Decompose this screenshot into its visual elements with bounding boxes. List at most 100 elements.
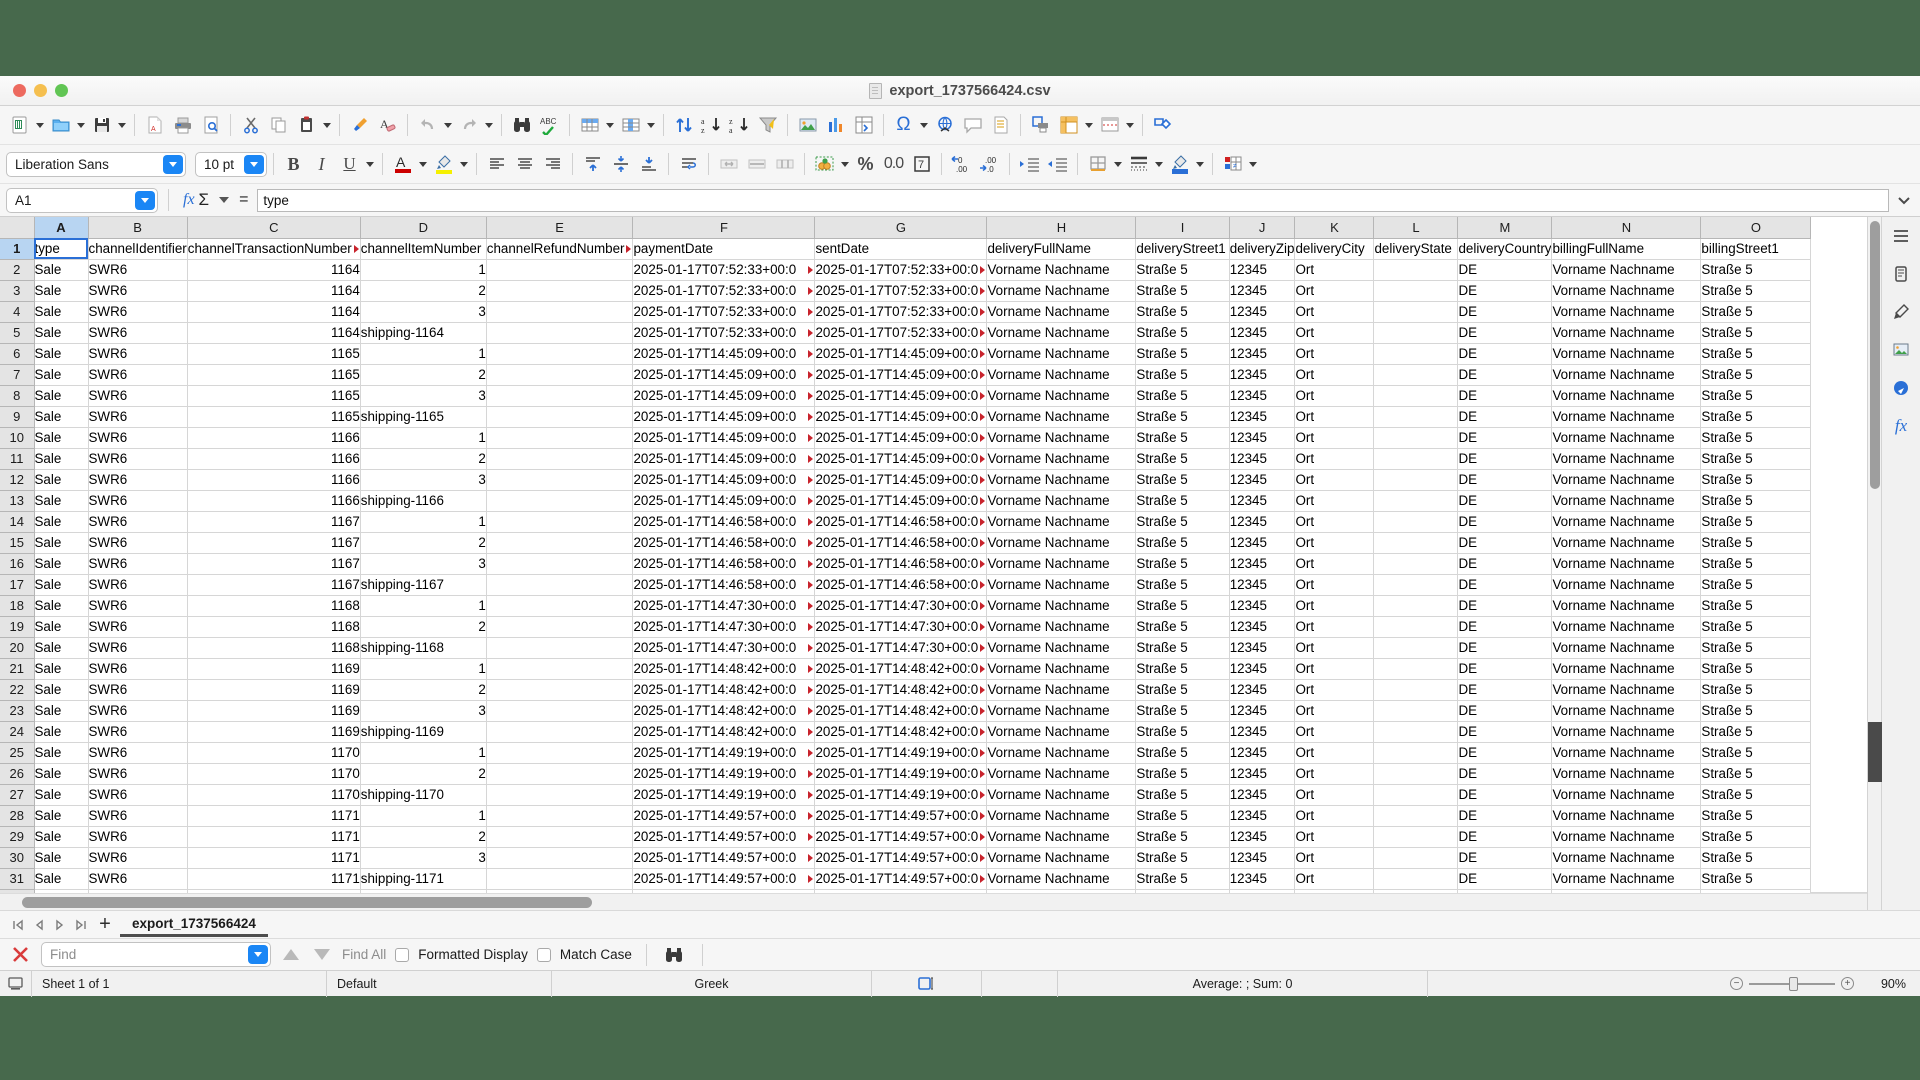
match-case-checkbox[interactable] [536, 947, 551, 962]
table-cell[interactable]: 1169 [187, 679, 361, 701]
table-cell[interactable]: DE [1457, 868, 1553, 890]
header-cell[interactable]: channelTransactionNumber [187, 238, 361, 260]
table-cell[interactable]: shipping-1171 [360, 868, 487, 890]
table-cell[interactable]: Straße 5 [1135, 469, 1230, 491]
row-header-18[interactable]: 18 [0, 595, 35, 617]
table-cell[interactable]: 12345 [1229, 280, 1296, 302]
name-box-chevron-down-icon[interactable] [135, 190, 155, 210]
horizontal-scroll-thumb[interactable] [22, 896, 592, 908]
table-cell[interactable] [1373, 658, 1459, 680]
table-cell[interactable]: DE [1457, 742, 1553, 764]
table-cell[interactable]: Vorname Nachname [1551, 427, 1702, 449]
table-cell[interactable]: Ort [1294, 595, 1375, 617]
table-cell[interactable]: Vorname Nachname [1551, 868, 1702, 890]
open-dropdown[interactable] [75, 110, 87, 140]
table-cell[interactable]: 2025-01-17T07:52:33+00:0 [632, 259, 816, 281]
table-cell[interactable]: 1170 [187, 784, 361, 806]
table-cell[interactable]: SWR6 [88, 868, 188, 890]
header-cell[interactable]: deliveryCountry [1457, 238, 1553, 260]
table-cell[interactable]: Ort [1294, 532, 1375, 554]
table-cell[interactable]: 12345 [1229, 868, 1296, 890]
column-header-j[interactable]: J [1229, 217, 1296, 239]
table-cell[interactable]: 3 [360, 385, 487, 407]
table-cell[interactable] [1373, 259, 1459, 281]
table-row[interactable]: 16 Sale SWR6 1167 3 2025-01-17T14:46:58+00:0 2… [0, 553, 1812, 575]
header-cell[interactable]: deliveryZip [1229, 238, 1296, 260]
table-cell[interactable]: 2025-01-17T14:46:58+00:0 [814, 511, 988, 533]
table-cell[interactable]: 2 [360, 826, 487, 848]
table-cell[interactable]: Vorname Nachname [1551, 553, 1702, 575]
table-cell[interactable]: 1 [360, 595, 487, 617]
printer-icon[interactable] [169, 110, 196, 140]
table-cell[interactable] [486, 637, 634, 659]
table-row[interactable]: 19 Sale SWR6 1168 2 2025-01-17T14:47:30+00:0 2… [0, 616, 1812, 638]
header-cell[interactable]: channelItemNumber [360, 238, 487, 260]
table-cell[interactable]: Straße 5 [1135, 721, 1230, 743]
row-header-13[interactable]: 13 [0, 490, 35, 512]
table-cell[interactable]: 2025-01-17T14:47:30+00:0 [814, 637, 988, 659]
table-cell[interactable]: Straße 5 [1700, 280, 1812, 302]
table-cell[interactable]: 12345 [1229, 343, 1296, 365]
table-cell[interactable]: 12345 [1229, 742, 1296, 764]
zoom-out-icon[interactable]: − [1730, 977, 1743, 990]
table-cell[interactable]: Straße 5 [1135, 658, 1230, 680]
table-cell[interactable] [486, 658, 634, 680]
table-cell[interactable]: Vorname Nachname [986, 280, 1137, 302]
column-icon[interactable] [617, 110, 644, 140]
sort-az-icon[interactable]: az [698, 110, 725, 140]
last-sheet-icon[interactable] [71, 914, 90, 936]
table-cell[interactable] [486, 595, 634, 617]
table-cell[interactable]: Straße 5 [1135, 805, 1230, 827]
clipboard-icon[interactable] [293, 110, 320, 140]
table-cell[interactable]: SWR6 [88, 553, 188, 575]
table-cell[interactable]: Vorname Nachname [1551, 406, 1702, 428]
table-cell[interactable]: 1 [360, 427, 487, 449]
table-cell[interactable] [486, 553, 634, 575]
table-cell[interactable]: Straße 5 [1135, 511, 1230, 533]
table-cell[interactable]: 2 [360, 448, 487, 470]
table-cell[interactable]: SWR6 [88, 700, 188, 722]
column-header-g[interactable]: G [814, 217, 988, 239]
number-icon[interactable]: 0.0 [880, 149, 907, 179]
table-cell[interactable]: 1166 [187, 490, 361, 512]
table-cell[interactable]: 2025-01-17T14:45:09+00:0 [814, 406, 988, 428]
table-cell[interactable] [486, 763, 634, 785]
table-cell[interactable]: Sale [34, 679, 89, 701]
table-cell[interactable]: Ort [1294, 658, 1375, 680]
table-cell[interactable]: Straße 5 [1700, 826, 1812, 848]
table-cell[interactable] [1373, 322, 1459, 344]
table-cell[interactable]: Sale [34, 364, 89, 386]
table-cell[interactable]: Vorname Nachname [986, 385, 1137, 407]
table-cell[interactable]: SWR6 [88, 616, 188, 638]
row-header-11[interactable]: 11 [0, 448, 35, 470]
table-cell[interactable]: 12345 [1229, 847, 1296, 869]
table-row[interactable]: 11 Sale SWR6 1166 2 2025-01-17T14:45:09+00:0 2… [0, 448, 1812, 470]
table-cell[interactable]: 2025-01-17T14:49:57+00:0 [632, 826, 816, 848]
table-cell[interactable] [486, 280, 634, 302]
table-cell[interactable]: Sale [34, 616, 89, 638]
table-cell[interactable]: DE [1457, 532, 1553, 554]
redo-dropdown[interactable] [483, 110, 495, 140]
row-header-27[interactable]: 27 [0, 784, 35, 806]
table-cell[interactable]: 12345 [1229, 259, 1296, 281]
table-cell[interactable]: 2025-01-17T14:46:58+00:0 [814, 553, 988, 575]
table-cell[interactable] [1373, 490, 1459, 512]
table-row[interactable]: 5 Sale SWR6 1164 shipping-1164 2025-01-17T07:… [0, 322, 1812, 344]
find-history-chevron-down-icon[interactable] [248, 945, 268, 964]
table-cell[interactable]: Straße 5 [1135, 763, 1230, 785]
table-cell[interactable]: Straße 5 [1700, 301, 1812, 323]
zoom-knob[interactable] [1789, 976, 1798, 991]
table-cell[interactable]: Straße 5 [1700, 679, 1812, 701]
table-cell[interactable]: 2025-01-17T14:49:19+00:0 [632, 784, 816, 806]
table-cell[interactable]: Straße 5 [1135, 259, 1230, 281]
table-cell[interactable]: Straße 5 [1700, 469, 1812, 491]
font-size-combo[interactable]: 10 pt [195, 151, 267, 177]
table-cell[interactable]: SWR6 [88, 742, 188, 764]
table-cell[interactable]: Straße 5 [1135, 784, 1230, 806]
table-cell[interactable]: SWR6 [88, 721, 188, 743]
table-cell[interactable]: 2025-01-17T14:46:58+00:0 [632, 532, 816, 554]
currency-icon[interactable] [811, 149, 838, 179]
table-cell[interactable]: 2025-01-17T14:48:42+00:0 [632, 721, 816, 743]
column-header-o[interactable]: O [1700, 217, 1812, 239]
table-cell[interactable]: Straße 5 [1135, 427, 1230, 449]
